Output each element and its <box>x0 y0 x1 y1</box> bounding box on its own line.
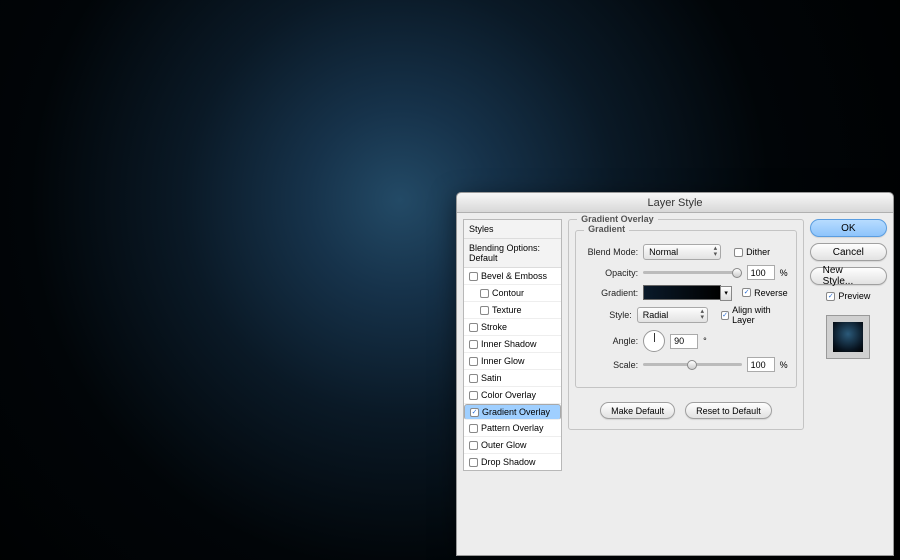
style-item-stroke[interactable]: Stroke <box>464 319 561 336</box>
style-item-label: Color Overlay <box>481 390 536 400</box>
dialog-title: Layer Style <box>457 193 893 213</box>
reset-default-button[interactable]: Reset to Default <box>685 402 772 419</box>
scale-unit: % <box>780 360 788 370</box>
scale-input[interactable] <box>747 357 775 372</box>
style-item-label: Inner Shadow <box>481 339 537 349</box>
style-select[interactable]: Radial ▴▾ <box>637 307 708 323</box>
gradient-dropdown-icon[interactable]: ▾ <box>720 286 732 301</box>
style-item-label: Texture <box>492 305 522 315</box>
ok-button[interactable]: OK <box>810 219 887 237</box>
make-default-button[interactable]: Make Default <box>600 402 675 419</box>
style-item-checkbox[interactable] <box>480 289 489 298</box>
blend-mode-label: Blend Mode: <box>584 247 638 257</box>
opacity-unit: % <box>780 268 788 278</box>
style-item-contour[interactable]: Contour <box>464 285 561 302</box>
style-item-checkbox[interactable] <box>469 357 478 366</box>
style-item-checkbox[interactable] <box>469 424 478 433</box>
opacity-label: Opacity: <box>584 268 638 278</box>
style-item-outer-glow[interactable]: Outer Glow <box>464 437 561 454</box>
style-item-checkbox[interactable] <box>480 306 489 315</box>
preview-label: Preview <box>838 291 870 301</box>
style-item-checkbox[interactable] <box>469 441 478 450</box>
style-item-checkbox[interactable] <box>469 340 478 349</box>
angle-dial[interactable] <box>643 330 665 352</box>
reverse-checkbox[interactable] <box>742 288 751 297</box>
scale-label: Scale: <box>584 360 638 370</box>
preview-checkbox[interactable] <box>826 292 835 301</box>
style-item-label: Bevel & Emboss <box>481 271 547 281</box>
preview-thumbnail <box>826 315 870 359</box>
dither-checkbox[interactable] <box>734 248 743 257</box>
style-item-label: Contour <box>492 288 524 298</box>
style-item-drop-shadow[interactable]: Drop Shadow <box>464 454 561 470</box>
style-item-label: Drop Shadow <box>481 457 536 467</box>
styles-sidebar: Styles Blending Options: Default Bevel &… <box>463 219 562 549</box>
dialog-actions: OK Cancel New Style... Preview <box>810 219 887 549</box>
style-item-label: Pattern Overlay <box>481 423 544 433</box>
style-item-inner-glow[interactable]: Inner Glow <box>464 353 561 370</box>
style-item-checkbox[interactable] <box>469 391 478 400</box>
chevron-updown-icon: ▴▾ <box>714 246 718 258</box>
style-item-label: Stroke <box>481 322 507 332</box>
opacity-input[interactable] <box>747 265 775 280</box>
angle-label: Angle: <box>584 336 638 346</box>
angle-unit: ° <box>703 336 707 346</box>
styles-header[interactable]: Styles <box>464 220 561 239</box>
gradient-label: Gradient: <box>584 288 638 298</box>
style-item-satin[interactable]: Satin <box>464 370 561 387</box>
chevron-updown-icon: ▴▾ <box>701 309 705 321</box>
style-item-checkbox[interactable] <box>469 272 478 281</box>
align-label: Align with Layer <box>732 305 788 325</box>
blending-options-header[interactable]: Blending Options: Default <box>464 239 561 268</box>
style-item-bevel-emboss[interactable]: Bevel & Emboss <box>464 268 561 285</box>
group-title: Gradient <box>584 224 629 234</box>
gradient-overlay-panel: Gradient Overlay Gradient Blend Mode: No… <box>568 219 804 549</box>
dither-label: Dither <box>746 247 770 257</box>
angle-input[interactable] <box>670 334 698 349</box>
style-item-checkbox[interactable] <box>469 323 478 332</box>
style-item-checkbox[interactable] <box>469 458 478 467</box>
style-item-pattern-overlay[interactable]: Pattern Overlay <box>464 420 561 437</box>
style-item-color-overlay[interactable]: Color Overlay <box>464 387 561 404</box>
layer-style-dialog: Layer Style Styles Blending Options: Def… <box>456 192 894 556</box>
style-item-label: Outer Glow <box>481 440 527 450</box>
gradient-swatch[interactable]: ▾ <box>643 285 721 300</box>
blend-mode-select[interactable]: Normal ▴▾ <box>643 244 721 260</box>
style-item-label: Gradient Overlay <box>482 407 550 417</box>
style-item-checkbox[interactable] <box>469 374 478 383</box>
opacity-slider[interactable] <box>643 267 742 279</box>
align-checkbox[interactable] <box>721 311 729 320</box>
scale-slider[interactable] <box>643 359 742 371</box>
style-item-texture[interactable]: Texture <box>464 302 561 319</box>
style-item-label: Satin <box>481 373 502 383</box>
style-label: Style: <box>584 310 632 320</box>
cancel-button[interactable]: Cancel <box>810 243 887 261</box>
section-title: Gradient Overlay <box>577 214 658 224</box>
style-item-gradient-overlay[interactable]: Gradient Overlay <box>464 404 561 420</box>
style-item-checkbox[interactable] <box>470 408 479 417</box>
style-item-inner-shadow[interactable]: Inner Shadow <box>464 336 561 353</box>
reverse-label: Reverse <box>754 288 788 298</box>
new-style-button[interactable]: New Style... <box>810 267 887 285</box>
style-item-label: Inner Glow <box>481 356 525 366</box>
